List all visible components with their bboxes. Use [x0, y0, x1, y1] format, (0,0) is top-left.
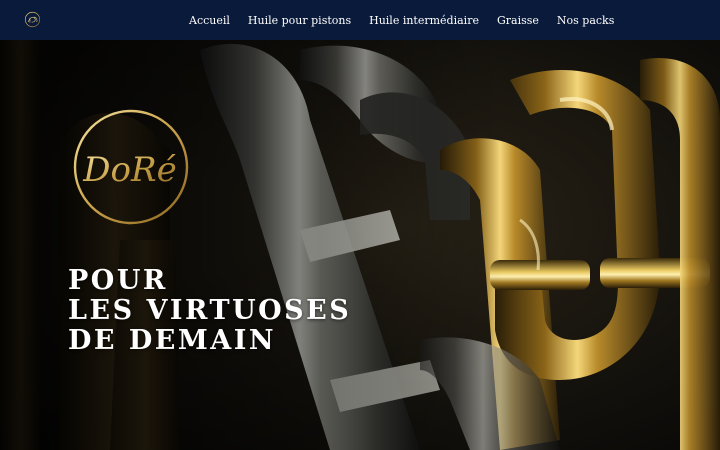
headline-line-3: DE DEMAIN: [68, 325, 277, 356]
brass-tuba-pipes-photo: [0, 40, 720, 450]
dore-circle-logo: DoRé: [73, 109, 189, 225]
brand-logo-icon[interactable]: [24, 11, 41, 28]
hero-section: DoRé POUR LES VIRTUOSES DE DEMAIN: [0, 40, 720, 450]
nav-item-graisse[interactable]: Graisse: [488, 14, 548, 27]
nav-item-huile-pour-pistons[interactable]: Huile pour pistons: [239, 14, 360, 27]
main-nav: Accueil Huile pour pistons Huile intermé…: [180, 0, 623, 40]
headline-line-1: POUR: [68, 265, 168, 296]
nav-item-huile-intermediaire[interactable]: Huile intermédiaire: [360, 14, 488, 27]
nav-item-nos-packs[interactable]: Nos packs: [548, 14, 623, 27]
logo-wordmark: DoRé: [82, 150, 176, 190]
top-navbar: Accueil Huile pour pistons Huile intermé…: [0, 0, 720, 40]
nav-item-accueil[interactable]: Accueil: [180, 14, 239, 27]
headline-line-2: LES VIRTUOSES: [68, 295, 352, 326]
page: Accueil Huile pour pistons Huile intermé…: [0, 0, 720, 450]
hero-headline: POUR LES VIRTUOSES DE DEMAIN: [68, 266, 351, 356]
